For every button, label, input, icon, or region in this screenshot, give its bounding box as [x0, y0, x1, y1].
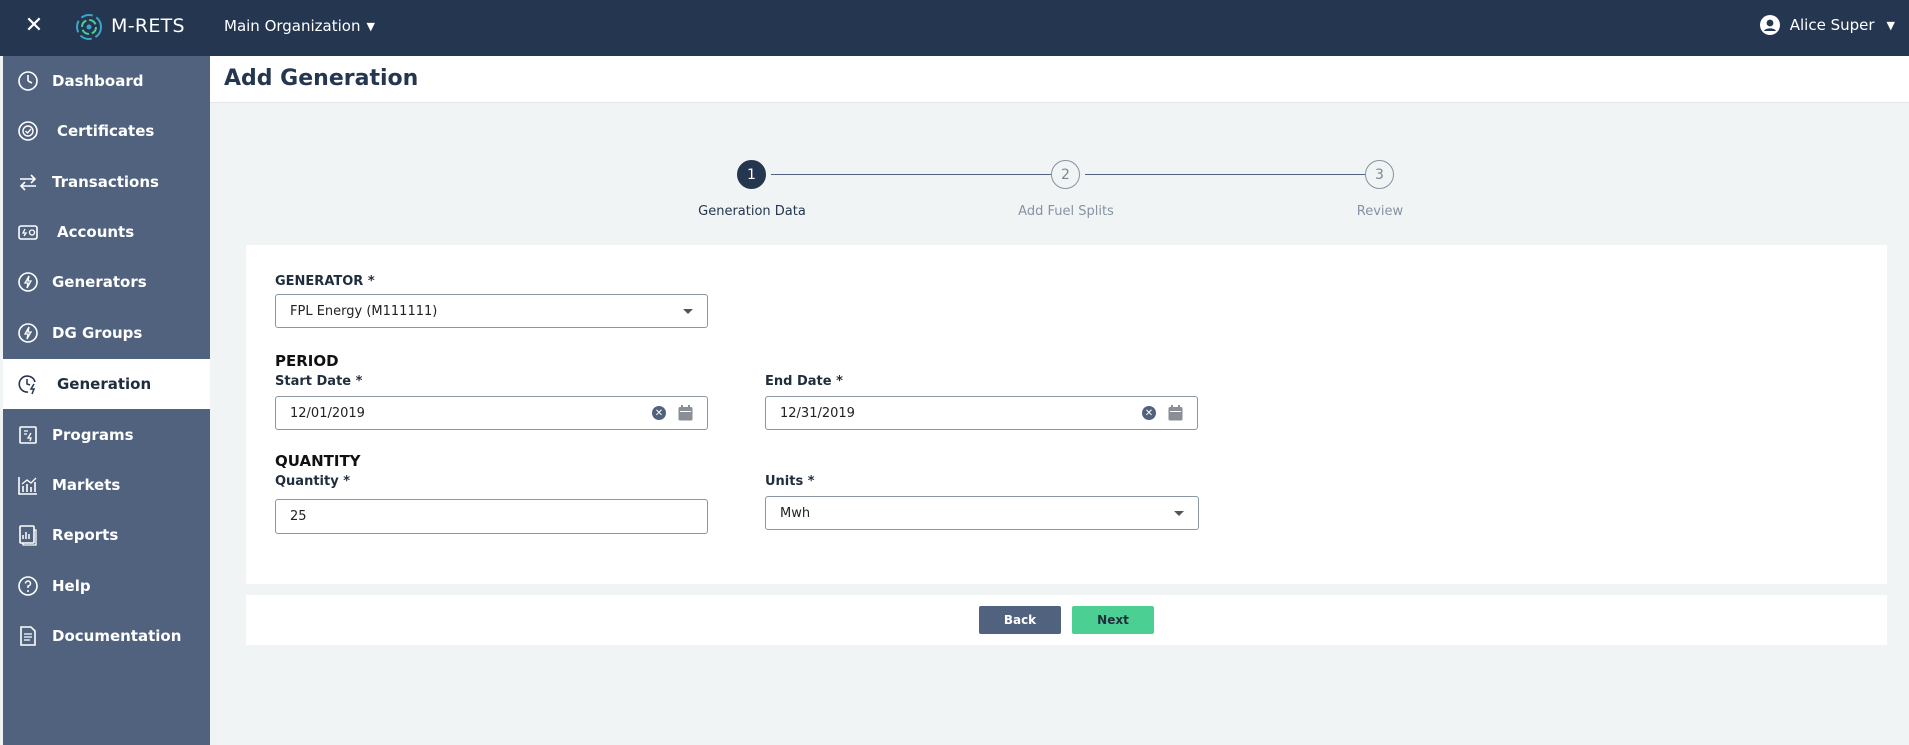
report-icon: [19, 525, 37, 546]
generator-select-value: FPL Energy (M111111): [290, 303, 438, 319]
organization-switcher[interactable]: Main Organization ▼: [224, 17, 375, 35]
sidebar-item-markets[interactable]: Markets: [3, 460, 210, 510]
units-label: Units *: [765, 474, 815, 489]
start-date-field[interactable]: 12/01/2019 ✕: [275, 396, 708, 430]
start-date-value: 12/01/2019: [290, 405, 365, 421]
sidebar-item-label: Programs: [52, 426, 134, 444]
top-bar: ✕ M-RETS Main Organization ▼ Alice Super …: [0, 0, 1909, 56]
sidebar-item-generation[interactable]: Generation: [3, 359, 210, 409]
sidebar-item-dashboard[interactable]: Dashboard: [3, 56, 210, 106]
calendar-icon[interactable]: [1168, 405, 1183, 421]
user-menu[interactable]: Alice Super ▼: [1759, 15, 1895, 35]
step-2-indicator: 2: [1051, 160, 1080, 189]
sidebar-item-label: DG Groups: [52, 324, 143, 342]
programs-icon: [19, 426, 37, 444]
generator-select[interactable]: FPL Energy (M111111): [275, 294, 708, 328]
sidebar-item-reports[interactable]: Reports: [3, 510, 210, 560]
document-icon: [20, 626, 36, 646]
sidebar-item-programs[interactable]: Programs: [3, 410, 210, 460]
quantity-value: 25: [290, 509, 307, 524]
sidebar-item-label: Help: [52, 577, 91, 595]
lightning-icon: [18, 323, 38, 343]
start-date-label: Start Date *: [275, 374, 363, 389]
sidebar-item-label: Transactions: [52, 173, 159, 191]
step-connector: [1085, 174, 1365, 175]
period-section-title: PERIOD: [275, 352, 339, 370]
sidebar-item-help[interactable]: Help: [3, 561, 210, 611]
sidebar: Dashboard Certificates Transactions Acco…: [3, 56, 210, 745]
sidebar-item-generators[interactable]: Generators: [3, 257, 210, 307]
caret-down-icon: [1174, 510, 1184, 516]
close-icon[interactable]: ✕: [22, 14, 46, 38]
dashboard-icon: [18, 71, 38, 91]
sidebar-item-label: Certificates: [57, 122, 155, 140]
next-button[interactable]: Next: [1072, 606, 1154, 634]
step-3-label: Review: [1356, 204, 1404, 219]
sidebar-item-label: Accounts: [57, 223, 135, 241]
generator-label: GENERATOR *: [275, 274, 375, 289]
page-header: Add Generation: [210, 56, 1909, 103]
sidebar-item-label: Markets: [52, 476, 121, 494]
page-title: Add Generation: [224, 66, 419, 91]
end-date-field[interactable]: 12/31/2019 ✕: [765, 396, 1198, 430]
step-2-label: Add Fuel Splits: [1018, 204, 1114, 219]
certificate-icon: [18, 121, 38, 141]
step-connector: [771, 174, 1051, 175]
transfer-arrows-icon: [19, 174, 37, 191]
organization-name: Main Organization: [224, 17, 361, 35]
chevron-down-icon: ▼: [1886, 18, 1895, 32]
sidebar-item-label: Generators: [52, 273, 147, 291]
stepper: 1 Generation Data 2 Add Fuel Splits 3 Re…: [698, 160, 1420, 230]
sidebar-item-label: Generation: [57, 375, 152, 393]
back-button[interactable]: Back: [979, 606, 1061, 634]
quantity-input[interactable]: 25: [275, 499, 708, 534]
clear-icon[interactable]: ✕: [1142, 406, 1156, 420]
logo-icon: [76, 14, 102, 40]
sidebar-item-label: Reports: [52, 526, 119, 544]
quantity-label: Quantity *: [275, 474, 351, 489]
chart-icon: [18, 477, 37, 495]
units-select[interactable]: Mwh: [765, 496, 1199, 530]
user-avatar-icon: [1759, 15, 1780, 35]
end-date-label: End Date *: [765, 374, 843, 389]
chevron-down-icon: ▼: [366, 20, 375, 33]
caret-down-icon: [683, 308, 693, 314]
lightning-icon: [18, 272, 38, 292]
brand-name: M-RETS: [111, 15, 185, 37]
user-name: Alice Super: [1789, 16, 1875, 34]
calendar-icon[interactable]: [678, 405, 693, 421]
clear-icon[interactable]: ✕: [652, 406, 666, 420]
step-1-label: Generation Data: [698, 204, 806, 219]
step-3-indicator: 3: [1365, 160, 1394, 189]
quantity-section-title: QUANTITY: [275, 452, 361, 470]
end-date-value: 12/31/2019: [780, 405, 855, 421]
sidebar-item-label: Documentation: [52, 627, 182, 645]
sidebar-item-certificates[interactable]: Certificates: [3, 106, 210, 156]
help-icon: [18, 576, 38, 596]
generation-form: GENERATOR * FPL Energy (M111111) PERIOD …: [246, 245, 1887, 584]
clock-lightning-icon: [18, 375, 36, 395]
sidebar-item-label: Dashboard: [52, 72, 144, 90]
accounts-icon: [18, 225, 38, 240]
sidebar-item-accounts[interactable]: Accounts: [3, 207, 210, 257]
units-select-value: Mwh: [780, 505, 811, 521]
step-1-indicator: 1: [737, 160, 766, 189]
sidebar-item-documentation[interactable]: Documentation: [3, 611, 210, 661]
sidebar-item-dg-groups[interactable]: DG Groups: [3, 308, 210, 358]
action-bar: Back Next: [246, 595, 1887, 645]
sidebar-item-transactions[interactable]: Transactions: [3, 157, 210, 207]
